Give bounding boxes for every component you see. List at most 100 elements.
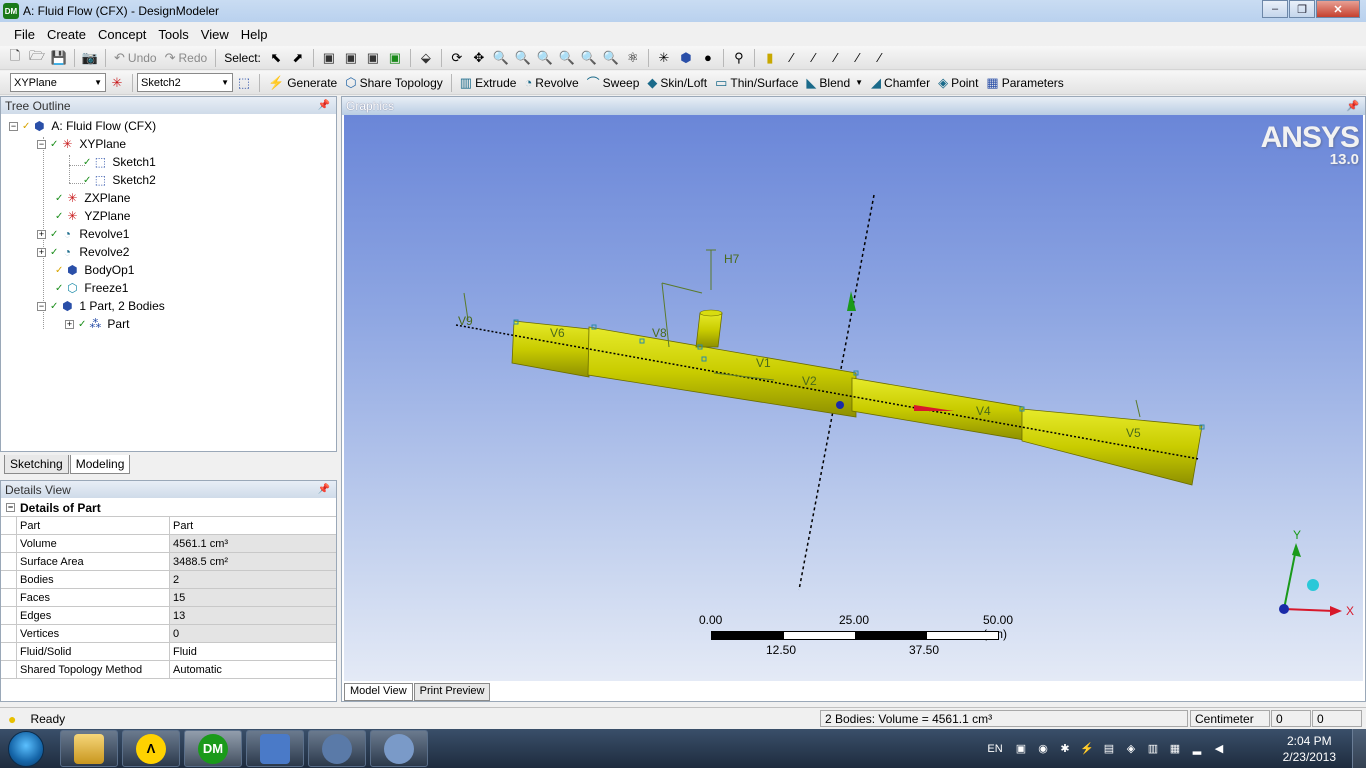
dim-label[interactable]: V5 (1126, 426, 1141, 440)
side-branch-body[interactable] (695, 312, 723, 348)
chamfer-button[interactable]: ◢ Chamfer (867, 73, 934, 93)
designmodeler-app-icon[interactable]: DM (3, 3, 19, 19)
menu-file[interactable]: File (8, 27, 41, 42)
magnifier-icon[interactable]: 🔍 (579, 48, 599, 68)
zoom-selection-icon[interactable]: 🔍 (557, 48, 577, 68)
tab-modeling[interactable]: Modeling (69, 455, 131, 474)
point-button[interactable]: ◈ Point (934, 73, 982, 93)
rotate-icon[interactable]: ⟳ (447, 48, 467, 68)
edge-joint-icon[interactable]: ⁄ (826, 48, 846, 68)
details-row-vertices[interactable]: Vertices 0 (1, 625, 336, 643)
plane-select[interactable]: XYPlane ▼ (10, 73, 106, 92)
edge-direction-icon[interactable]: ⁄ (804, 48, 824, 68)
volume-icon[interactable]: ◀ (1211, 741, 1227, 757)
display-style-icon[interactable]: ▮ (760, 48, 780, 68)
triad-toggle-icon[interactable]: ✳ (654, 48, 674, 68)
pin-icon[interactable]: 📌 (318, 484, 330, 495)
edge-hide-icon[interactable]: ⁄ (870, 48, 890, 68)
tree-item-revolve2[interactable]: + ✓ ◔ Revolve2 (37, 243, 129, 261)
language-indicator[interactable]: EN (983, 741, 1007, 757)
minimize-button[interactable]: – (1262, 0, 1288, 18)
blend-button[interactable]: ◣ Blend ▼ (802, 73, 867, 93)
skin-loft-button[interactable]: ◆ Skin/Loft (643, 73, 711, 93)
iso-view-icon[interactable]: ⚛ (623, 48, 643, 68)
parameters-button[interactable]: ▦ Parameters (982, 73, 1067, 93)
pin-icon[interactable]: 📌 (318, 100, 330, 111)
sketch-select[interactable]: Sketch2 ▼ (137, 73, 233, 92)
menu-tools[interactable]: Tools (152, 27, 194, 42)
tab-model-view[interactable]: Model View (344, 683, 413, 701)
new-icon[interactable]: 🗋 (5, 48, 25, 68)
extend-selection-icon[interactable]: ⬙ (416, 48, 436, 68)
select-faces-icon[interactable]: ▣ (363, 48, 383, 68)
select-mode-icon[interactable]: ⬉ (266, 48, 286, 68)
tray-app-icon[interactable]: ⚡ (1079, 741, 1095, 757)
tray-app-icon[interactable]: ▦ (1167, 741, 1183, 757)
expand-icon[interactable]: + (37, 229, 46, 239)
open-icon[interactable]: 🗁 (27, 48, 47, 68)
menu-create[interactable]: Create (41, 27, 92, 42)
generate-button[interactable]: ⚡ Generate (264, 73, 341, 93)
tree-item-revolve1[interactable]: + ✓ ◔ Revolve1 (37, 225, 129, 243)
clock[interactable]: 2:04 PM 2/23/2013 (1283, 733, 1336, 765)
iso-view-ball[interactable] (1307, 579, 1319, 591)
tree-item-part-bodies[interactable]: − ✓ ⬢ 1 Part, 2 Bodies (37, 297, 165, 315)
shaded-display-icon[interactable]: ⬢ (676, 48, 696, 68)
menu-view[interactable]: View (195, 27, 235, 42)
tree-item-bodyop1[interactable]: ✓ ⬢ BodyOp1 (55, 261, 134, 279)
tree-item-project[interactable]: − ✓ ⬢ A: Fluid Flow (CFX) (9, 117, 156, 135)
details-row-shared-topology[interactable]: Shared Topology Method Automatic (1, 661, 336, 679)
dim-label[interactable]: V1 (756, 356, 771, 370)
close-button[interactable]: ✕ (1316, 0, 1360, 18)
new-sketch-icon[interactable]: ⬚ (234, 73, 254, 93)
taskbar-ansys-workbench[interactable]: Λ (122, 730, 180, 767)
select-points-icon[interactable]: ▣ (319, 48, 339, 68)
start-button[interactable] (8, 731, 44, 767)
select-edges-icon[interactable]: ▣ (341, 48, 361, 68)
tree-item-part[interactable]: + ✓ ⁂ Part (65, 315, 129, 333)
details-group[interactable]: − Details of Part (1, 499, 336, 517)
side-branch-outlet[interactable] (699, 309, 723, 317)
details-row-surface-area[interactable]: Surface Area 3488.5 cm² (1, 553, 336, 571)
tray-app-icon[interactable]: ◈ (1123, 741, 1139, 757)
details-row-edges[interactable]: Edges 13 (1, 607, 336, 625)
dim-label[interactable]: V9 (458, 314, 473, 328)
redo-button[interactable]: ↷ Redo (161, 48, 212, 68)
previous-view-icon[interactable]: 🔍 (601, 48, 621, 68)
tray-app-icon[interactable]: ▣ (1013, 741, 1029, 757)
graphics-viewport[interactable]: ANSYS 13.0 V9 V6 V8 H7 V1 V2 V4 V5 Y X 0… (344, 115, 1363, 681)
dim-label[interactable]: V4 (976, 404, 991, 418)
extrude-button[interactable]: ▥ Extrude (456, 73, 521, 93)
zoom-icon[interactable]: 🔍 (491, 48, 511, 68)
select-bodies-icon[interactable]: ▣ (385, 48, 405, 68)
dim-label[interactable]: V6 (550, 326, 565, 340)
box-zoom-icon[interactable]: 🔍 (513, 48, 533, 68)
details-row-volume[interactable]: Volume 4561.1 cm³ (1, 535, 336, 553)
tab-print-preview[interactable]: Print Preview (413, 683, 491, 701)
revolve-button[interactable]: ◔ Revolve (520, 73, 582, 93)
select-filter-icon[interactable]: ⬈ (288, 48, 308, 68)
details-row-part[interactable]: Part Part (1, 517, 336, 535)
tree-item-freeze1[interactable]: ✓ ⬡ Freeze1 (55, 279, 128, 297)
tray-app-icon[interactable]: ◉ (1035, 741, 1051, 757)
look-at-icon[interactable]: ⚲ (729, 48, 749, 68)
pin-icon[interactable]: 📌 (1347, 101, 1359, 112)
model-geometry[interactable]: V9 V6 V8 H7 V1 V2 V4 V5 Y X (344, 115, 1363, 681)
screenshot-camera-icon[interactable]: 📷 (80, 48, 100, 68)
details-row-faces[interactable]: Faces 15 (1, 589, 336, 607)
pan-icon[interactable]: ✥ (469, 48, 489, 68)
tree-item-sketch2[interactable]: ✓ ⬚ Sketch2 (83, 171, 156, 189)
details-row-bodies[interactable]: Bodies 2 (1, 571, 336, 589)
tray-app-icon[interactable]: ▤ (1101, 741, 1117, 757)
sweep-button[interactable]: ⌒ Sweep (583, 73, 644, 93)
expand-icon[interactable]: + (37, 247, 46, 257)
dim-label[interactable]: H7 (724, 252, 740, 266)
new-plane-icon[interactable]: ✳ (107, 73, 127, 93)
dim-label[interactable]: V2 (802, 374, 817, 388)
taskbar-viewer[interactable] (370, 730, 428, 767)
maximize-button[interactable]: ❐ (1289, 0, 1315, 18)
main-pipe-body[interactable] (587, 326, 857, 418)
save-icon[interactable]: 💾 (49, 48, 69, 68)
edge-display-icon[interactable]: ⁄ (782, 48, 802, 68)
collapse-icon[interactable]: − (6, 503, 15, 512)
